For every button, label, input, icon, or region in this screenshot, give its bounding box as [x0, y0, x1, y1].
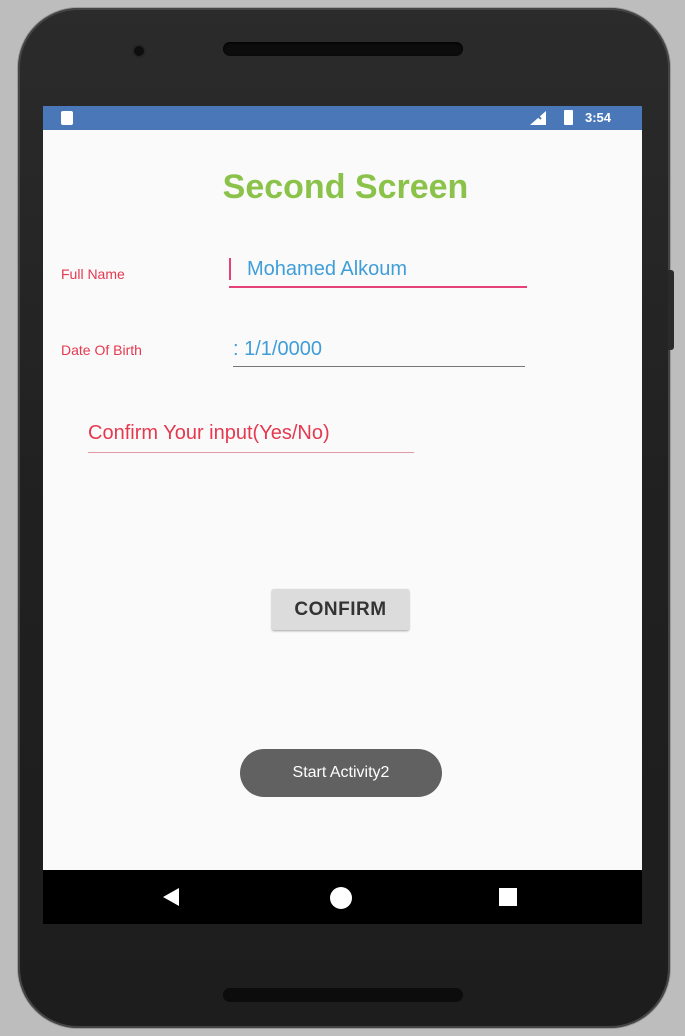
confirm-button[interactable]: CONFIRM	[272, 589, 409, 630]
confirm-input-text: Confirm Your input(Yes/No)	[88, 422, 330, 444]
start-activity-button[interactable]: Start Activity2	[240, 749, 442, 797]
sim-card-icon	[61, 111, 73, 125]
confirm-input[interactable]: Confirm Your input(Yes/No)	[88, 422, 414, 453]
dob-input[interactable]: : 1/1/0000	[233, 332, 525, 367]
bottom-speaker	[223, 988, 463, 1002]
full-name-value: Mohamed Alkoum	[247, 258, 408, 280]
battery-icon	[564, 110, 573, 125]
page-title: Second Screen	[222, 168, 469, 206]
dob-value: : 1/1/0000	[233, 338, 322, 360]
status-bar: 3:54	[43, 106, 642, 130]
dob-label: Date Of Birth	[61, 342, 142, 358]
status-time: 3:54	[585, 110, 612, 125]
signal-icon	[530, 111, 546, 125]
recents-icon[interactable]	[499, 888, 517, 906]
back-icon[interactable]	[163, 888, 179, 906]
text-cursor	[229, 258, 231, 280]
full-name-input[interactable]: Mohamed Alkoum	[229, 248, 527, 288]
navigation-bar	[43, 870, 642, 924]
power-button	[668, 270, 674, 350]
earpiece-speaker	[223, 42, 463, 56]
front-camera	[134, 46, 144, 56]
device-screen: 3:54 Second Screen Full Name Mohamed Alk…	[43, 106, 642, 924]
home-icon[interactable]	[330, 887, 352, 909]
full-name-label: Full Name	[61, 266, 125, 282]
